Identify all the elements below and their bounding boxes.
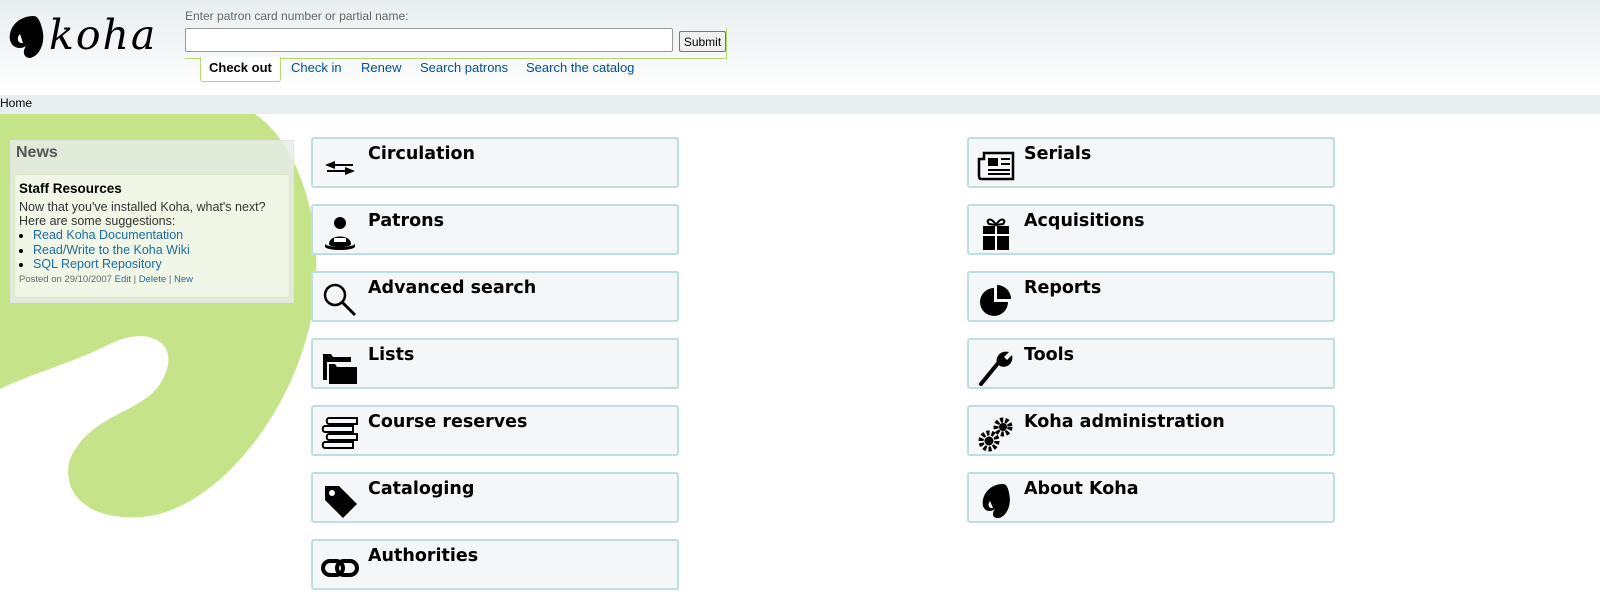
wrench-icon — [979, 351, 1013, 386]
news-footer: Posted on 29/10/2007 Edit | Delete | New — [19, 273, 193, 285]
gears-icon — [978, 417, 1013, 452]
news-item: Staff Resources Now that you've installe… — [14, 174, 290, 298]
module-advanced-search[interactable]: Advanced search — [311, 271, 679, 322]
link-icon — [321, 559, 359, 577]
module-lists[interactable]: Lists — [311, 338, 679, 389]
tab-check-in[interactable]: Check in — [291, 57, 342, 81]
module-label: Course reserves — [368, 412, 528, 432]
news-links: Read Koha Documentation Read/Write to th… — [19, 228, 285, 272]
search-box: Submit — [185, 28, 727, 59]
link-koha-documentation[interactable]: Read Koha Documentation — [33, 228, 183, 242]
module-koha-administration[interactable]: Koha administration — [967, 405, 1335, 456]
tab-check-out[interactable]: Check out — [200, 57, 281, 82]
module-label: Authorities — [368, 546, 479, 566]
module-tools[interactable]: Tools — [967, 338, 1335, 389]
logo-text: koha — [49, 11, 158, 59]
new-link[interactable]: New — [174, 274, 193, 285]
module-authorities[interactable]: Authorities — [311, 539, 679, 590]
breadcrumb: Home — [0, 95, 1600, 114]
module-serials[interactable]: Serials — [967, 137, 1335, 188]
books-icon — [321, 417, 358, 449]
pie-chart-icon — [980, 285, 1011, 316]
module-label: Koha administration — [1024, 412, 1225, 432]
news-item-title: Staff Resources — [19, 181, 122, 196]
module-label: Circulation — [368, 144, 475, 164]
patrons-icon — [325, 217, 355, 250]
module-acquisitions[interactable]: Acquisitions — [967, 204, 1335, 255]
patron-search-input[interactable] — [185, 28, 673, 52]
module-course-reserves[interactable]: Course reserves — [311, 405, 679, 456]
module-label: Lists — [368, 345, 415, 365]
tab-renew[interactable]: Renew — [361, 57, 401, 81]
breadcrumb-home[interactable]: Home — [0, 96, 32, 110]
module-label: Cataloging — [368, 479, 475, 499]
link-sql-report-repository[interactable]: SQL Report Repository — [33, 257, 162, 271]
submit-button[interactable]: Submit — [679, 31, 726, 52]
module-about-koha[interactable]: About Koha — [967, 472, 1335, 523]
koha-logo[interactable]: koha — [6, 10, 156, 60]
module-label: Reports — [1024, 278, 1102, 298]
newspaper-icon — [977, 151, 1015, 181]
edit-link[interactable]: Edit — [115, 274, 131, 285]
koha-logo-icon — [9, 16, 44, 58]
module-patrons[interactable]: Patrons — [311, 204, 679, 255]
module-circulation[interactable]: Circulation — [311, 137, 679, 188]
module-label: Advanced search — [368, 278, 537, 298]
list-item: Read/Write to the Koha Wiki — [33, 243, 285, 258]
tab-search-catalog[interactable]: Search the catalog — [526, 57, 634, 81]
list-item: Read Koha Documentation — [33, 228, 285, 243]
gift-icon — [983, 218, 1009, 250]
module-label: Patrons — [368, 211, 445, 231]
search-label: Enter patron card number or partial name… — [185, 9, 409, 23]
news-title: News — [16, 144, 58, 161]
module-label: Tools — [1024, 345, 1075, 365]
delete-link[interactable]: Delete — [139, 274, 166, 285]
module-cataloging[interactable]: Cataloging — [311, 472, 679, 523]
folder-icon — [323, 354, 357, 384]
module-label: About Koha — [1024, 479, 1139, 499]
circulation-icon — [325, 161, 355, 175]
module-label: Serials — [1024, 144, 1092, 164]
news-panel: News Staff Resources Now that you've ins… — [10, 140, 294, 303]
posted-date: Posted on 29/10/2007 — [19, 273, 112, 285]
module-label: Acquisitions — [1024, 211, 1145, 231]
module-reports[interactable]: Reports — [967, 271, 1335, 322]
link-koha-wiki[interactable]: Read/Write to the Koha Wiki — [33, 243, 190, 257]
header: koha Enter patron card number or partial… — [0, 0, 1600, 95]
koha-logo-icon — [982, 484, 1010, 519]
list-item: SQL Report Repository — [33, 257, 285, 272]
tag-icon — [325, 486, 357, 518]
news-item-text: Now that you've installed Koha, what's n… — [19, 200, 266, 228]
search-icon — [323, 283, 357, 317]
tab-search-patrons[interactable]: Search patrons — [420, 57, 508, 81]
